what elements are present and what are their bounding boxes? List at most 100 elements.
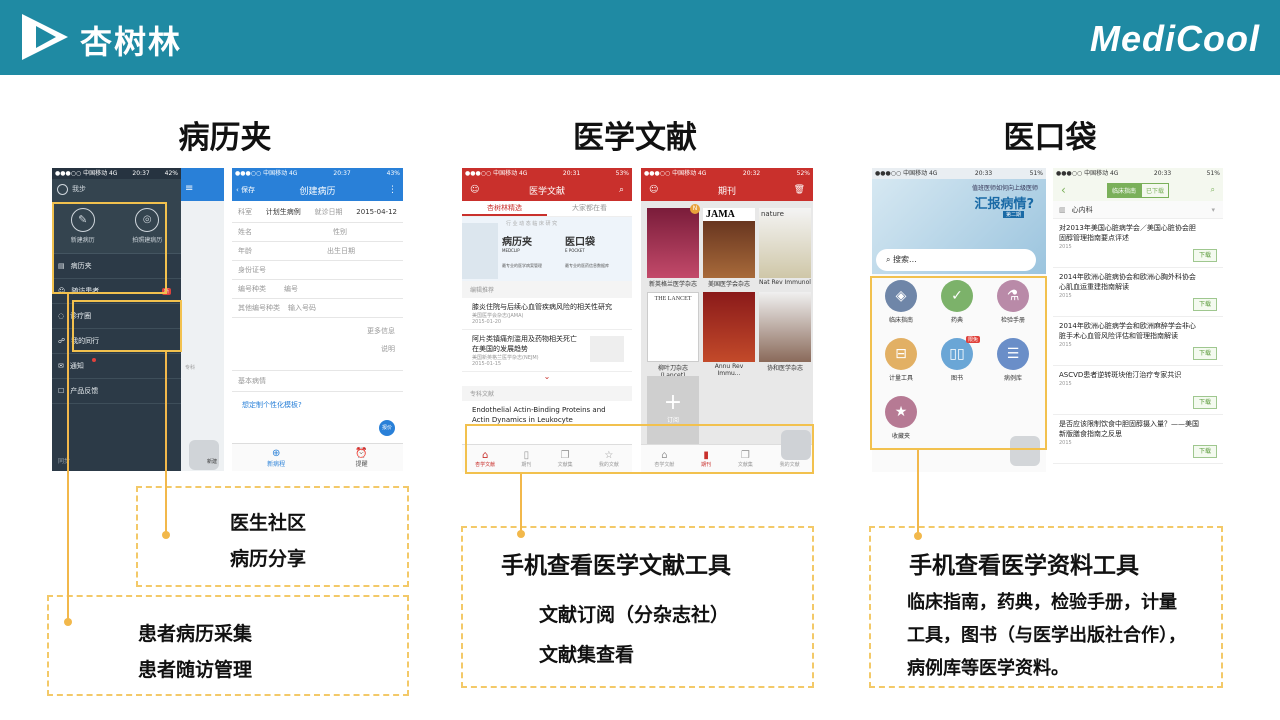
header-bar: 杏树林 MediCool: [0, 0, 1280, 75]
guideline-item[interactable]: 2014年欧洲心脏病学会和欧洲麻醉学会非心脏手术心血管风险评估和管理指南解读 20…: [1053, 317, 1223, 366]
download-button[interactable]: 下载: [1193, 347, 1217, 360]
highlight-community: [72, 300, 182, 352]
menu-item-feedback[interactable]: ☐ 产品反馈: [52, 379, 181, 404]
download-button[interactable]: 下载: [1193, 445, 1217, 458]
guideline-item[interactable]: 对2013年美国心脏病学会／美国心脏协会胆固醇管理指南要点评述 2015 下载: [1053, 219, 1223, 268]
journal-cover[interactable]: nature: [759, 208, 811, 278]
ad-banner[interactable]: 行 业 动 态 临 床 研 究 病历夹 MEDCLIP 医口袋 E POCKET 最…: [462, 217, 632, 281]
status-bar: ●●●○○ 中国移动 4G 20:37 43%: [232, 168, 403, 179]
chevron-down-icon[interactable]: ⌄: [462, 372, 632, 386]
journal-cover[interactable]: [647, 208, 699, 278]
save-button[interactable]: ‹ 保存: [236, 185, 255, 195]
more-info-link[interactable]: 更多信息: [232, 318, 403, 340]
new-badge-icon: N: [690, 204, 700, 214]
connector-dot: [517, 530, 525, 538]
back-icon[interactable]: ‹: [1061, 183, 1066, 197]
callout-patients: 患者病历采集 患者随访管理: [47, 595, 409, 696]
section-title-epocket: 医口袋: [1003, 120, 1097, 156]
article-thumbnail: [590, 336, 624, 362]
journal-cover[interactable]: [759, 292, 811, 362]
article-item[interactable]: 膝炎住院与后续心血管疾病风险的相关性研究 美国医学会杂志(JAMA) 2015-…: [462, 298, 632, 330]
form-row[interactable]: 身份证号: [232, 261, 403, 280]
epocket-logo: 医口袋 E POCKET: [565, 237, 595, 253]
circle-icon: ◌: [58, 312, 65, 320]
guideline-item[interactable]: ASCVD患者逆转斑块他汀治疗专家共识 2015 下载: [1053, 366, 1223, 415]
trash-icon[interactable]: 🗑: [794, 185, 805, 195]
play-logo-icon: [22, 14, 68, 60]
tab-popular[interactable]: 大家都在看: [547, 201, 632, 216]
search-icon[interactable]: ⌕: [1211, 185, 1215, 195]
download-button[interactable]: 下载: [1193, 396, 1217, 409]
custom-template-link[interactable]: 想定制个性化模板?: [232, 392, 403, 418]
callout-community: 医生社区 病历分享: [136, 486, 409, 587]
section-title-medclip: 病历夹: [178, 120, 272, 156]
more-icon[interactable]: ⋮: [388, 185, 397, 195]
reminder-button[interactable]: ⏰ 提醒: [355, 448, 367, 468]
menu-item-notice[interactable]: ✉ 通知: [52, 354, 181, 379]
journal-cover[interactable]: JAMA: [703, 208, 755, 278]
form-row[interactable]: 姓名 性别: [232, 223, 403, 242]
guideline-item[interactable]: 是否应该限制饮食中胆固醇摄入量？——美国新版膳食指南之反思 2015 下载: [1053, 415, 1223, 464]
status-bar: ●●●○○ 中国移动 4G 20:32 52%: [641, 168, 813, 179]
medclip-logo: 病历夹 MEDCLIP: [502, 237, 532, 253]
user-icon[interactable]: ☺: [470, 185, 479, 195]
plus-icon: +: [663, 390, 683, 415]
quote-circle-button[interactable]: 报价: [379, 420, 395, 436]
red-dot: [92, 358, 96, 362]
journal-cover[interactable]: [703, 292, 755, 362]
doctor-image: [462, 223, 498, 279]
section-specialty: 专科文献: [462, 386, 632, 401]
dropdown-arrow-icon: ▾: [1211, 205, 1215, 214]
callout-reference: 手机查看医学资料工具 临床指南，药典，检验手册，计量 工具，图书（与医学出版社合…: [869, 526, 1223, 688]
plus-circle-icon: ⊕: [271, 447, 281, 459]
strip-text: 专科: [185, 365, 196, 371]
medicool-logo: MediCool: [1090, 18, 1260, 59]
status-bar: ●●●○○ 中国移动 4G 20:31 53%: [462, 168, 632, 179]
search-icon: ⌕: [886, 255, 894, 264]
connector-dot: [162, 531, 170, 539]
tab-featured[interactable]: 杏树林精选: [462, 201, 547, 216]
search-icon[interactable]: ⌕: [619, 185, 624, 195]
highlight-create: [52, 202, 167, 294]
department-select[interactable]: ▥ 心内科 ▾: [1053, 201, 1223, 219]
callout-literature: 手机查看医学文献工具 文献订阅（分杂志社） 文献集查看: [461, 526, 814, 688]
alarm-icon: ⏰: [355, 447, 368, 459]
new-course-button[interactable]: ⊕ 新病程: [267, 448, 285, 468]
record-form: 科室 计划生病例 就诊日期 2015-04-12 姓名 性别 年龄 出生日期 身份证号 编…: [232, 201, 403, 418]
highlight-tools: [870, 276, 1047, 450]
form-row[interactable]: 其他编号种类 输入号码: [232, 299, 403, 318]
phone-create-record: ●●●○○ 中国移动 4G 20:37 43% ‹ 保存 创建病历 ⋮ 科室 计划生病…: [232, 168, 403, 471]
user-icon[interactable]: ☺: [649, 185, 658, 195]
home-float-button[interactable]: [189, 440, 219, 470]
download-button[interactable]: 下载: [1193, 249, 1217, 262]
connector-line: [67, 294, 69, 622]
bottom-nav: ⊕ 新病程 ⏰ 提醒: [232, 443, 403, 471]
brand-name: 杏树林: [80, 23, 183, 61]
form-row[interactable]: 年龄 出生日期: [232, 242, 403, 261]
guideline-item[interactable]: 2014年欧洲心脏病协会和欧洲心胸外科协会心肌血运重建指南解读 2015 下载: [1053, 268, 1223, 317]
form-row[interactable]: 编号种类 编号: [232, 280, 403, 299]
form-row[interactable]: 科室 计划生病例 就诊日期 2015-04-12: [232, 201, 403, 223]
connector-line: [520, 474, 522, 534]
nav-bar: ☺ 期刊 🗑: [641, 179, 813, 201]
guideline-list: 对2013年美国心脏病学会／美国心脏协会胆固醇管理指南要点评述 2015 下载 201…: [1053, 219, 1223, 464]
avatar: [57, 183, 68, 195]
section-title-literature: 医学文献: [573, 120, 697, 156]
building-icon: ▥: [1059, 205, 1066, 214]
download-button[interactable]: 下载: [1193, 298, 1217, 311]
article-item[interactable]: 阿片类镇痛剂滥用及药物相关死亡在美国的发展趋势 美国新英格兰医学杂志(NEJM)…: [462, 330, 632, 372]
section-editor-pick: 编辑推荐: [462, 281, 632, 298]
highlight-bottom-nav: [465, 424, 814, 474]
user-row[interactable]: 我步: [52, 179, 181, 199]
banner[interactable]: 值班医师如何向上级医师 汇报病情? 第二期 ⌕ 搜索...: [872, 179, 1046, 274]
hamburger-icon[interactable]: ≡: [181, 179, 224, 201]
basic-condition[interactable]: 基本病情: [232, 370, 403, 392]
page-title: 创建病历: [299, 186, 336, 197]
connector-dot: [914, 532, 922, 540]
tab-downloaded[interactable]: 已下载: [1141, 182, 1170, 198]
tab-guidelines[interactable]: 临床指南: [1106, 182, 1141, 198]
journal-cover[interactable]: THE LANCET: [647, 292, 699, 362]
search-input[interactable]: ⌕ 搜索...: [876, 249, 1036, 271]
tips-text: 说明: [381, 345, 395, 353]
mail-icon: ✉: [58, 362, 64, 370]
